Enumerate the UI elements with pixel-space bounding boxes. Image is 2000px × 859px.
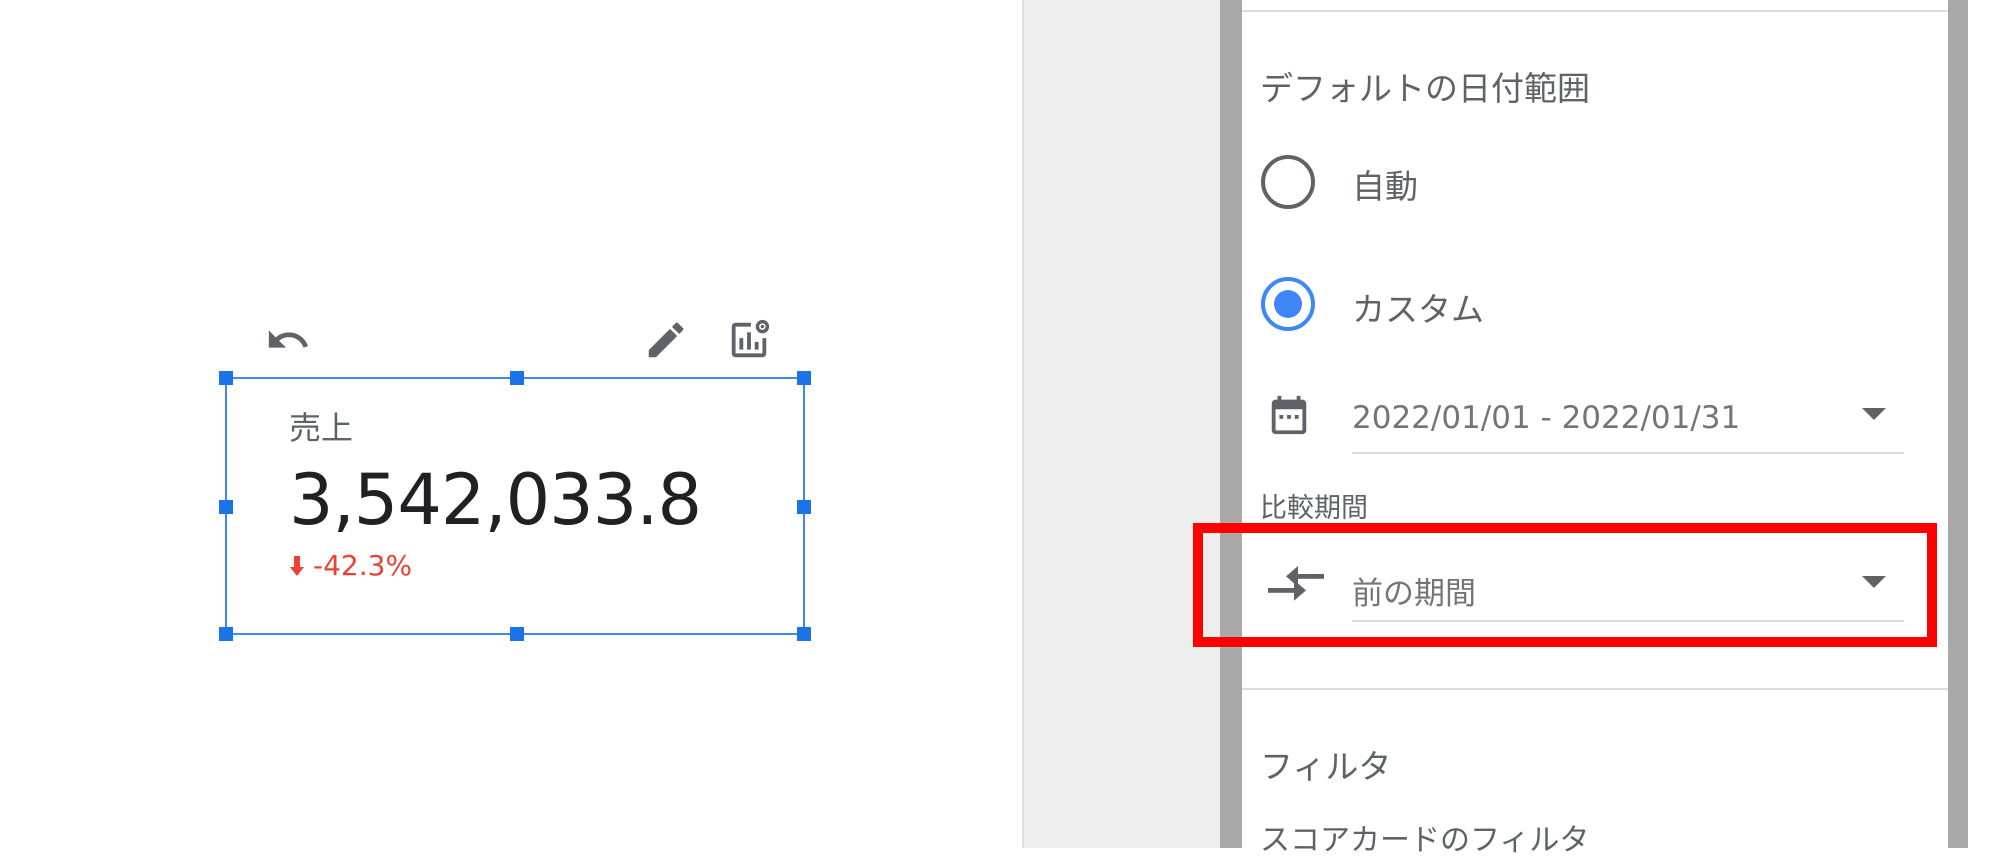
pencil-icon [648, 322, 684, 358]
chart-settings-icon [731, 319, 770, 358]
date-range-section-title: デフォルトの日付範囲 [1260, 69, 1590, 108]
metric-label: 売上 [289, 409, 354, 447]
date-range-dropdown[interactable]: 2022/01/01 - 2022/01/31 [1352, 388, 1904, 454]
section-divider-top [1242, 10, 1948, 12]
panel-border-right [1948, 0, 1968, 848]
undo-icon [268, 330, 309, 348]
resize-handle-s[interactable] [510, 627, 524, 641]
resize-handle-e[interactable] [797, 500, 811, 514]
resize-handle-ne[interactable] [797, 371, 811, 385]
panel-right-margin [1968, 0, 2000, 848]
resize-handle-n[interactable] [510, 371, 524, 385]
panel-border-left [1220, 0, 1242, 848]
radio-custom-label[interactable]: カスタム [1352, 283, 1484, 331]
filter-section-title: フィルタ [1260, 747, 1392, 786]
undo-button[interactable] [262, 314, 314, 366]
resize-handle-sw[interactable] [219, 627, 233, 641]
scorecard-filter-label: スコアカードのフィルタ [1260, 823, 1590, 858]
highlight-box [1193, 523, 1937, 647]
metric-value: 3,542,033.8 [289, 459, 702, 541]
scorecard-chart[interactable]: 売上 3,542,033.8 -42.3% [219, 371, 811, 641]
radio-custom[interactable] [1261, 277, 1315, 331]
report-canvas: 売上 3,542,033.8 -42.3% [0, 0, 1022, 848]
resize-handle-nw[interactable] [219, 371, 233, 385]
resize-handle-w[interactable] [219, 500, 233, 514]
properties-panel: デフォルトの日付範囲 自動 カスタム 2022/01/01 - 2022/01/… [1242, 0, 1948, 858]
edit-button[interactable] [640, 314, 692, 366]
delta-value: -42.3% [313, 549, 413, 582]
section-divider-filter [1242, 688, 1948, 690]
chevron-down-icon [1862, 408, 1886, 420]
radio-auto[interactable] [1261, 155, 1315, 209]
chart-settings-button[interactable] [723, 314, 775, 366]
arrow-down-icon [290, 555, 304, 576]
comparison-delta: -42.3% [289, 549, 412, 582]
radio-custom-dot [1274, 290, 1302, 318]
comparison-period-label: 比較期間 [1260, 493, 1368, 524]
calendar-icon [1271, 395, 1307, 435]
canvas-gutter [1022, 0, 1220, 848]
radio-auto-label[interactable]: 自動 [1352, 160, 1418, 208]
date-range-value: 2022/01/01 - 2022/01/31 [1352, 400, 1741, 436]
resize-handle-se[interactable] [797, 627, 811, 641]
